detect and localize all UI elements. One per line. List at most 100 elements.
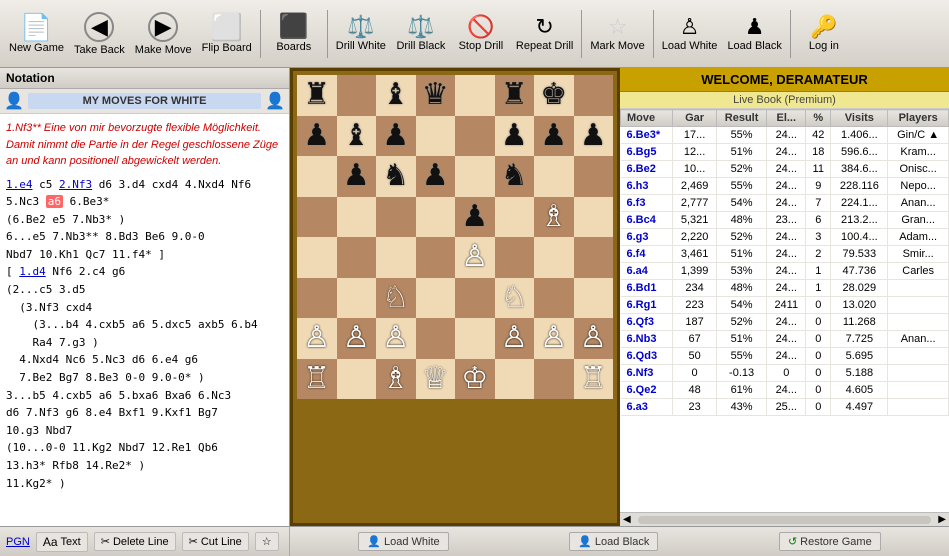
square-a5[interactable] [297,197,337,238]
cell-move[interactable]: 6.h3 [621,178,673,195]
take-back-button[interactable]: ◀ Take Back [69,4,130,64]
login-button[interactable]: 🔑 Log in [794,4,854,64]
square-f4[interactable] [495,237,535,278]
square-b3[interactable] [337,278,377,319]
square-c5[interactable] [376,197,416,238]
table-row[interactable]: 6.f32,77754%24...7224.1...Anan... [621,195,949,212]
boards-button[interactable]: ⬛ Boards [264,4,324,64]
bookmark-button[interactable]: ☆ [255,532,279,551]
table-row[interactable]: 6.f43,46151%24...279.533Smir... [621,246,949,263]
square-b6[interactable]: ♟ [337,156,377,197]
square-b8[interactable] [337,75,377,116]
load-white-button[interactable]: ♙ Load White [657,4,723,64]
make-move-button[interactable]: ▶ Make Move [130,4,197,64]
square-d8[interactable]: ♛ [416,75,456,116]
table-row[interactable]: 6.Qf318752%24...011.268 [621,314,949,331]
cell-move[interactable]: 6.Qd3 [621,348,673,365]
square-d4[interactable] [416,237,456,278]
col-result[interactable]: Result [716,110,767,127]
col-move[interactable]: Move [621,110,673,127]
scroll-left-btn[interactable]: ◀ [620,514,634,525]
cut-line-button[interactable]: ✂ Cut Line [182,532,249,551]
square-g7[interactable]: ♟ [534,116,574,157]
square-e6[interactable] [455,156,495,197]
cell-move[interactable]: 6.Nb3 [621,331,673,348]
pgn-link[interactable]: PGN [6,536,30,548]
table-row[interactable]: 6.Qe24861%24...04.605 [621,382,949,399]
square-c1[interactable]: ♗ [376,359,416,400]
square-a4[interactable] [297,237,337,278]
cell-move[interactable]: 6.Bc4 [621,212,673,229]
cell-move[interactable]: 6.g3 [621,229,673,246]
col-visits[interactable]: Visits [831,110,888,127]
cell-move[interactable]: 6.Qf3 [621,314,673,331]
table-row[interactable]: 6.h32,46955%24...9228.116Nepo... [621,178,949,195]
square-a7[interactable]: ♟ [297,116,337,157]
square-e1[interactable]: ♔ [455,359,495,400]
square-h4[interactable] [574,237,614,278]
livebook-scroll[interactable]: Move Gar Result El... % Visits Players 6… [620,109,949,512]
square-h2[interactable]: ♙ [574,318,614,359]
move-e4[interactable]: 1.e4 [6,178,33,191]
square-c3[interactable]: ♘ [376,278,416,319]
restore-game-button[interactable]: ↺ Restore Game [779,532,881,551]
new-game-button[interactable]: 📄 New Game [4,4,69,64]
square-g1[interactable] [534,359,574,400]
square-b4[interactable] [337,237,377,278]
cell-move[interactable]: 6.f3 [621,195,673,212]
square-c6[interactable]: ♞ [376,156,416,197]
square-f2[interactable]: ♙ [495,318,535,359]
livebook-scrollbar[interactable]: ◀ ▶ [620,512,949,526]
square-d2[interactable] [416,318,456,359]
cell-move[interactable]: 6.Nf3 [621,365,673,382]
square-c2[interactable]: ♙ [376,318,416,359]
square-f6[interactable]: ♞ [495,156,535,197]
cell-move[interactable]: 6.f4 [621,246,673,263]
col-players[interactable]: Players [888,110,949,127]
square-c7[interactable]: ♟ [376,116,416,157]
square-g3[interactable] [534,278,574,319]
table-row[interactable]: 6.Bc45,32148%23...6213.2...Gran... [621,212,949,229]
square-f3[interactable]: ♘ [495,278,535,319]
repeat-drill-button[interactable]: ↻ Repeat Drill [511,4,578,64]
table-row[interactable]: 6.Rg122354%2411013.020 [621,297,949,314]
status-load-white-button[interactable]: 👤 Load White [358,532,448,551]
square-h1[interactable]: ♖ [574,359,614,400]
table-row[interactable]: 6.a32343%25...04.497 [621,399,949,416]
square-c4[interactable] [376,237,416,278]
square-e3[interactable] [455,278,495,319]
square-d5[interactable] [416,197,456,238]
square-a1[interactable]: ♖ [297,359,337,400]
col-pct[interactable]: % [806,110,831,127]
square-e2[interactable] [455,318,495,359]
square-g8[interactable]: ♚ [534,75,574,116]
status-load-black-button[interactable]: 👤 Load Black [569,532,658,551]
table-row[interactable]: 6.Be210...52%24...11384.6...Onisc... [621,161,949,178]
square-a3[interactable] [297,278,337,319]
table-row[interactable]: 6.Bd123448%24...128.029 [621,280,949,297]
chess-board[interactable]: ♜♝♛♜♚♟♝♟♟♟♟♟♞♟♞♟♗♙♘♘♙♙♙♙♙♙♖♗♕♔♖ [297,75,613,399]
cell-move[interactable]: 6.Be2 [621,161,673,178]
square-h5[interactable] [574,197,614,238]
square-h7[interactable]: ♟ [574,116,614,157]
flip-board-button[interactable]: ⬜ Flip Board [197,4,257,64]
load-black-button[interactable]: ♟ Load Black [722,4,786,64]
square-h6[interactable] [574,156,614,197]
square-e8[interactable] [455,75,495,116]
square-a6[interactable] [297,156,337,197]
table-row[interactable]: 6.Qd35055%24...05.695 [621,348,949,365]
square-e4[interactable]: ♙ [455,237,495,278]
table-row[interactable]: 6.Bg512...51%24...18596.6...Kram... [621,144,949,161]
square-a2[interactable]: ♙ [297,318,337,359]
cell-move[interactable]: 6.Rg1 [621,297,673,314]
delete-line-button[interactable]: ✂ Delete Line [94,532,176,551]
square-b1[interactable] [337,359,377,400]
cell-move[interactable]: 6.a4 [621,263,673,280]
square-d6[interactable]: ♟ [416,156,456,197]
move-a6[interactable]: a6 [46,195,63,208]
table-row[interactable]: 6.g32,22052%24...3100.4...Adam... [621,229,949,246]
square-h3[interactable] [574,278,614,319]
square-f7[interactable]: ♟ [495,116,535,157]
notation-scroll[interactable]: 1.Nf3** Eine von mir bevorzugte flexible… [0,114,289,526]
drill-white-button[interactable]: ⚖️ Drill White [331,4,391,64]
